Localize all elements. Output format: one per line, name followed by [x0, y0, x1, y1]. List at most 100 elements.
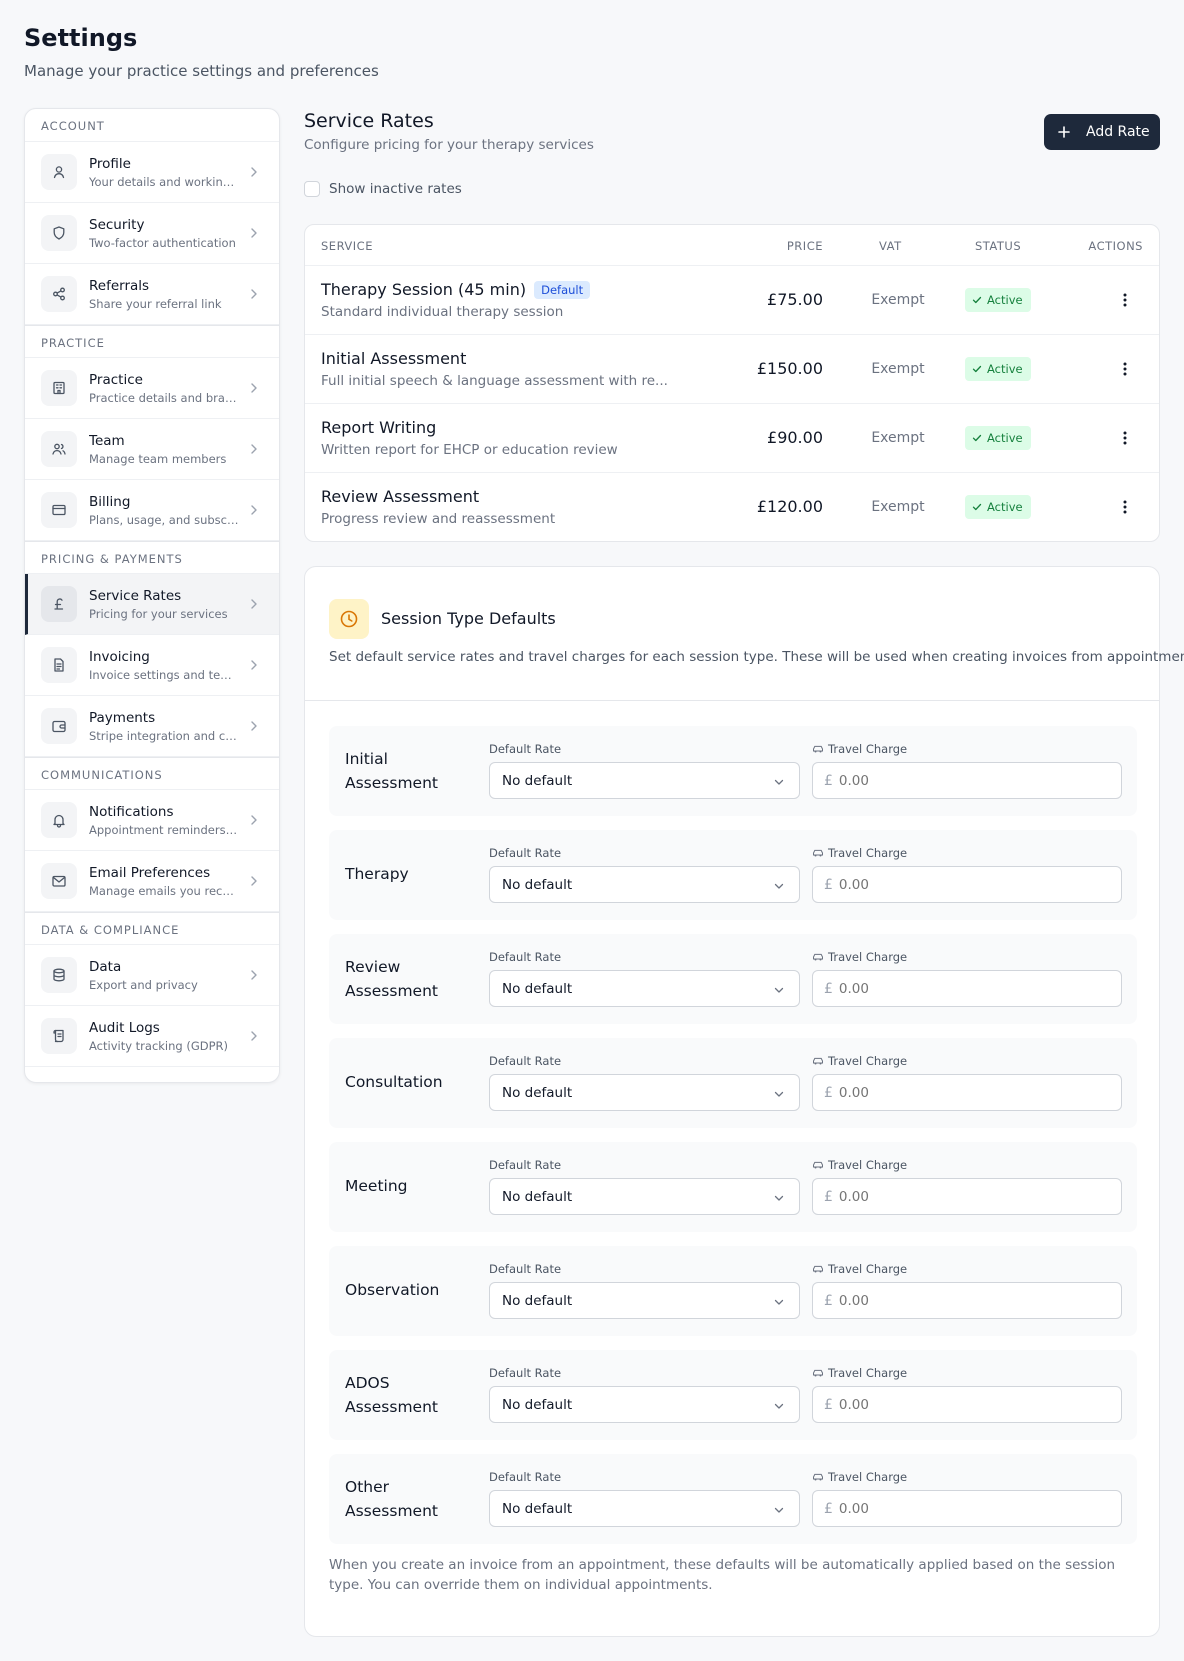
chevron-right-icon	[251, 721, 257, 731]
more-vertical-icon	[1123, 293, 1127, 307]
sidebar-item-data[interactable]: Data Export and privacy	[25, 945, 279, 1006]
travel-charge-field[interactable]: £	[812, 1178, 1122, 1215]
chevron-down-icon	[774, 1507, 784, 1513]
sidebar-item-invoicing[interactable]: Invoicing Invoice settings and templates	[25, 635, 279, 696]
default-rate-select[interactable]: No default	[489, 762, 800, 799]
currency-symbol: £	[824, 980, 833, 997]
sidebar-item-team[interactable]: Team Manage team members	[25, 419, 279, 480]
status-label: Active	[987, 500, 1023, 514]
currency-symbol: £	[824, 1292, 833, 1309]
default-rate-label: Default Rate	[489, 1366, 562, 1380]
sidebar-item-label: Service Rates	[89, 587, 182, 604]
service-rates-title: Service Rates	[304, 110, 434, 132]
travel-charge-field[interactable]: £	[812, 1282, 1122, 1319]
travel-charge-input[interactable]	[838, 772, 1079, 789]
sidebar-item-notifications[interactable]: Notifications Appointment reminders and …	[25, 790, 279, 851]
default-badge: Default	[534, 280, 591, 299]
service-vat: Exempt	[871, 499, 925, 515]
plus-icon	[1058, 126, 1070, 138]
sidebar-item-profile[interactable]: Profile Your details and working hours	[25, 142, 279, 203]
travel-charge-input[interactable]	[838, 876, 1079, 893]
sidebar-item-description: Share your referral link	[89, 296, 222, 311]
default-rate-label: Default Rate	[489, 950, 562, 964]
travel-charge-input[interactable]	[838, 1084, 1079, 1101]
chevron-right-icon	[251, 599, 257, 609]
travel-charge-label-wrap: Travel Charge	[812, 1262, 907, 1276]
show-inactive-checkbox[interactable]	[304, 181, 320, 197]
default-rate-select[interactable]: No default	[489, 1282, 800, 1319]
travel-charge-field[interactable]: £	[812, 866, 1122, 903]
travel-charge-field[interactable]: £	[812, 1074, 1122, 1111]
pound-icon	[41, 586, 77, 622]
travel-charge-label: Travel Charge	[828, 1366, 908, 1380]
chevron-down-icon	[774, 779, 784, 785]
travel-charge-input[interactable]	[838, 1188, 1079, 1205]
session-type-name: Initial Assessment	[345, 750, 438, 792]
session-type-name: Consultation	[345, 1073, 443, 1091]
default-rate-select[interactable]: No default	[489, 1178, 800, 1215]
default-rate-value: No default	[502, 876, 573, 893]
col-service: SERVICE	[321, 239, 373, 253]
sidebar-item-service-rates[interactable]: Service Rates Pricing for your services	[25, 574, 279, 635]
bell-icon	[41, 802, 77, 838]
default-rate-label: Default Rate	[489, 742, 562, 756]
service-price: £150.00	[756, 359, 823, 378]
sidebar-item-payments[interactable]: Payments Stripe integration and card pay…	[25, 696, 279, 757]
chevron-right-icon	[251, 1031, 257, 1041]
sidebar-item-description: Pricing for your services	[89, 606, 228, 621]
service-name: Review Assessment	[321, 487, 480, 506]
travel-charge-input[interactable]	[838, 980, 1079, 997]
currency-symbol: £	[824, 772, 833, 789]
row-actions-button[interactable]	[1113, 426, 1137, 450]
travel-charge-label-wrap: Travel Charge	[812, 1054, 907, 1068]
default-rate-value: No default	[502, 1188, 573, 1205]
service-description: Written report for EHCP or education rev…	[321, 442, 618, 458]
travel-charge-label-wrap: Travel Charge	[812, 950, 907, 964]
user-icon	[41, 154, 77, 190]
default-rate-label: Default Rate	[489, 1262, 562, 1276]
car-icon	[813, 745, 823, 753]
default-rate-select[interactable]: No default	[489, 866, 800, 903]
travel-charge-label: Travel Charge	[828, 1470, 908, 1484]
session-type-name: ADOS Assessment	[345, 1374, 438, 1416]
show-inactive-toggle[interactable]: Show inactive rates	[304, 181, 462, 197]
share-icon	[41, 276, 77, 312]
chevron-down-icon	[774, 883, 784, 889]
status-label: Active	[987, 293, 1023, 307]
car-icon	[813, 1057, 823, 1065]
row-actions-button[interactable]	[1113, 357, 1137, 381]
col-status: STATUS	[975, 239, 1022, 253]
sidebar-item-billing[interactable]: Billing Plans, usage, and subscription	[25, 480, 279, 541]
status-badge: Active	[965, 357, 1031, 381]
car-icon	[813, 1369, 823, 1377]
travel-charge-field[interactable]: £	[812, 970, 1122, 1007]
sidebar-item-description: Plans, usage, and subscription	[89, 512, 239, 527]
default-rate-select[interactable]: No default	[489, 1074, 800, 1111]
sidebar-item-label: Billing	[89, 493, 131, 510]
travel-charge-field[interactable]: £	[812, 1386, 1122, 1423]
row-actions-button[interactable]	[1113, 288, 1137, 312]
add-rate-button[interactable]: Add Rate	[1044, 114, 1160, 150]
sidebar-item-practice[interactable]: Practice Practice details and branding	[25, 358, 279, 419]
row-actions-button[interactable]	[1113, 495, 1137, 519]
travel-charge-input[interactable]	[838, 1292, 1079, 1309]
sidebar-item-referrals[interactable]: Referrals Share your referral link	[25, 264, 279, 325]
sidebar-item-security[interactable]: Security Two-factor authentication	[25, 203, 279, 264]
default-rate-select[interactable]: No default	[489, 1386, 800, 1423]
default-rate-select[interactable]: No default	[489, 1490, 800, 1527]
travel-charge-input[interactable]	[838, 1500, 1079, 1517]
travel-charge-input[interactable]	[838, 1396, 1079, 1413]
sidebar-item-email-preferences[interactable]: Email Preferences Manage emails you rece…	[25, 851, 279, 912]
travel-charge-label-wrap: Travel Charge	[812, 742, 907, 756]
sidebar-item-label: Invoicing	[89, 648, 150, 665]
travel-charge-field[interactable]: £	[812, 762, 1122, 799]
default-rate-value: No default	[502, 980, 573, 997]
default-rate-label: Default Rate	[489, 1158, 562, 1172]
chevron-down-icon	[774, 1299, 784, 1305]
sidebar-item-description: Your details and working hours	[89, 174, 239, 189]
travel-charge-field[interactable]: £	[812, 1490, 1122, 1527]
chevron-right-icon	[251, 289, 257, 299]
sidebar-item-audit-logs[interactable]: Audit Logs Activity tracking (GDPR)	[25, 1006, 279, 1067]
default-rate-select[interactable]: No default	[489, 970, 800, 1007]
sidebar-item-label: Referrals	[89, 277, 150, 294]
